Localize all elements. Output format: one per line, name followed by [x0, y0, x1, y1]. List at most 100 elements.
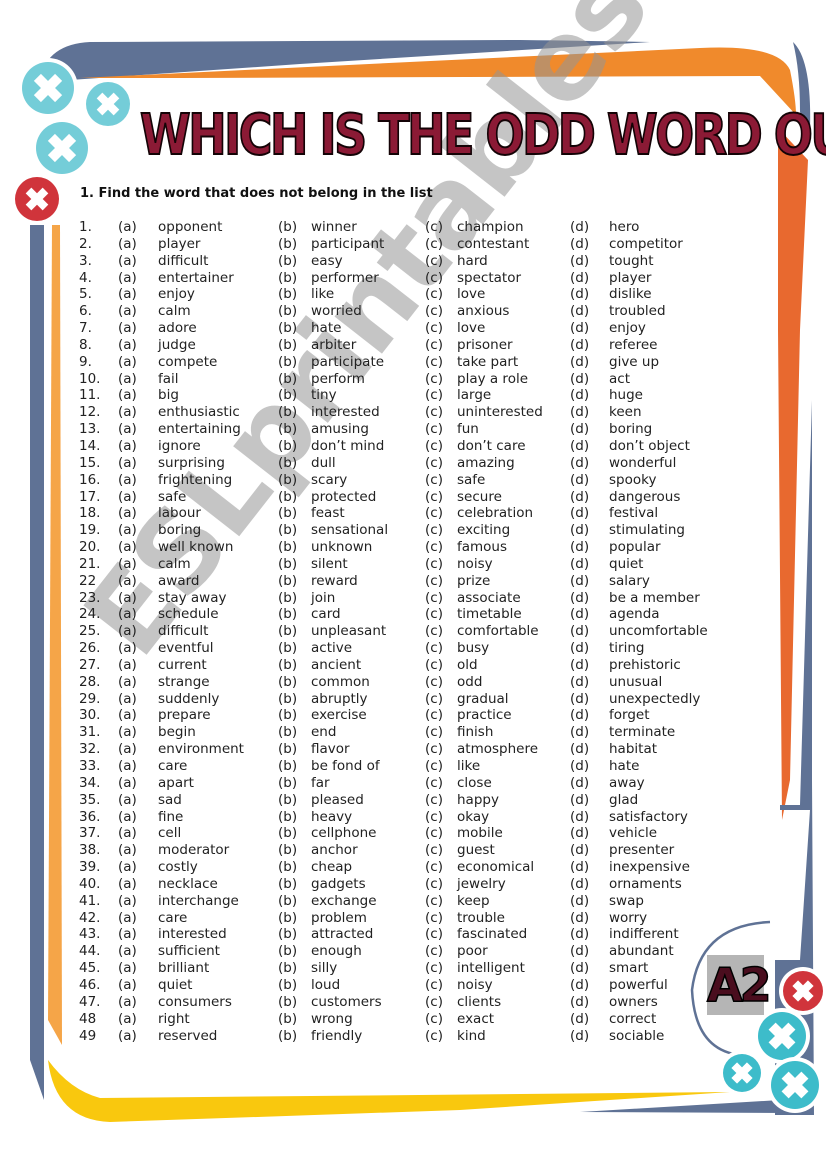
option-label-a: (a): [118, 758, 137, 774]
option-label-c: (c): [425, 1010, 443, 1027]
option-c: large: [457, 387, 492, 404]
item-number: 1.: [79, 219, 92, 235]
option-c: close: [457, 774, 492, 791]
option-label-b: (b): [278, 656, 298, 673]
option-label-a: (a): [118, 387, 137, 404]
option-b: silent: [311, 555, 348, 572]
option-d: correct: [609, 1010, 657, 1027]
item-number: 25.: [79, 623, 101, 640]
option-c: anxious: [457, 303, 510, 320]
option-label-a: (a): [118, 875, 137, 892]
option-label-b: (b): [278, 842, 298, 859]
option-c: clients: [457, 993, 502, 1010]
option-label-c: (c): [425, 673, 443, 690]
option-a: costly: [158, 859, 198, 876]
option-label-a: (a): [118, 707, 137, 724]
option-a: suddenly: [158, 690, 220, 707]
option-label-a: (a): [118, 219, 137, 235]
item-number: 13.: [79, 421, 101, 438]
option-label-b: (b): [278, 235, 298, 252]
option-label-b: (b): [278, 555, 298, 572]
item-number: 40.: [79, 875, 101, 892]
option-c: atmosphere: [457, 741, 538, 758]
option-label-d: (d): [570, 774, 590, 791]
item-number: 34.: [79, 774, 101, 791]
option-b: don’t mind: [311, 437, 385, 454]
option-b: active: [311, 640, 353, 657]
option-label-c: (c): [425, 842, 443, 859]
option-label-a: (a): [118, 724, 137, 741]
frame-left-blue-band: [30, 225, 44, 1100]
option-label-c: (c): [425, 909, 443, 926]
option-c: intelligent: [457, 960, 525, 977]
item-number: 3.: [79, 252, 92, 269]
option-label-c: (c): [425, 320, 443, 337]
option-c: safe: [457, 471, 486, 488]
option-b: join: [311, 589, 336, 606]
option-label-d: (d): [570, 606, 590, 623]
option-a: quiet: [158, 976, 193, 993]
option-b: attracted: [311, 926, 374, 943]
option-label-c: (c): [425, 791, 443, 808]
option-d: quiet: [609, 555, 644, 572]
option-c: old: [457, 656, 478, 673]
close-icon: [719, 1050, 765, 1096]
option-c: finish: [457, 724, 494, 741]
option-label-d: (d): [570, 555, 590, 572]
option-b: arbiter: [311, 336, 357, 353]
option-a: enthusiastic: [158, 404, 240, 421]
option-label-a: (a): [118, 320, 137, 337]
option-label-b: (b): [278, 707, 298, 724]
option-d: presenter: [609, 842, 675, 859]
option-a: begin: [158, 724, 196, 741]
option-label-b: (b): [278, 791, 298, 808]
item-number: 36.: [79, 808, 101, 825]
option-label-d: (d): [570, 286, 590, 303]
option-a: environment: [158, 741, 244, 758]
option-c: prisoner: [457, 336, 513, 353]
option-label-d: (d): [570, 370, 590, 387]
option-label-b: (b): [278, 774, 298, 791]
option-label-d: (d): [570, 505, 590, 522]
option-c: happy: [457, 791, 499, 808]
option-label-c: (c): [425, 370, 443, 387]
close-icon: [754, 1008, 810, 1064]
option-a: sad: [158, 791, 182, 808]
option-label-b: (b): [278, 505, 298, 522]
option-c: like: [457, 758, 481, 774]
option-label-c: (c): [425, 741, 443, 758]
option-d: give up: [609, 353, 660, 370]
option-label-d: (d): [570, 437, 590, 454]
option-b: cheap: [311, 859, 353, 876]
option-label-a: (a): [118, 741, 137, 758]
option-label-b: (b): [278, 623, 298, 640]
option-label-b: (b): [278, 825, 298, 842]
option-label-b: (b): [278, 606, 298, 623]
option-b: be fond of: [311, 758, 380, 774]
option-label-c: (c): [425, 589, 443, 606]
option-a: entertaining: [158, 421, 241, 438]
option-c: okay: [457, 808, 490, 825]
option-a: entertainer: [158, 269, 234, 286]
option-label-d: (d): [570, 336, 590, 353]
option-label-d: (d): [570, 976, 590, 993]
option-label-d: (d): [570, 252, 590, 269]
option-label-c: (c): [425, 353, 443, 370]
item-number: 7.: [79, 320, 92, 337]
option-label-c: (c): [425, 960, 443, 977]
option-d: uncomfortable: [609, 623, 708, 640]
option-label-b: (b): [278, 724, 298, 741]
option-label-c: (c): [425, 387, 443, 404]
option-b: exchange: [311, 892, 377, 909]
option-label-b: (b): [278, 572, 298, 589]
option-label-c: (c): [425, 454, 443, 471]
option-label-d: (d): [570, 993, 590, 1010]
option-d: owners: [609, 993, 658, 1010]
option-a: calm: [158, 303, 191, 320]
option-label-c: (c): [425, 926, 443, 943]
item-number: 2.: [79, 235, 92, 252]
option-a: interested: [158, 926, 227, 943]
option-label-a: (a): [118, 859, 137, 876]
option-label-b: (b): [278, 303, 298, 320]
option-label-a: (a): [118, 370, 137, 387]
